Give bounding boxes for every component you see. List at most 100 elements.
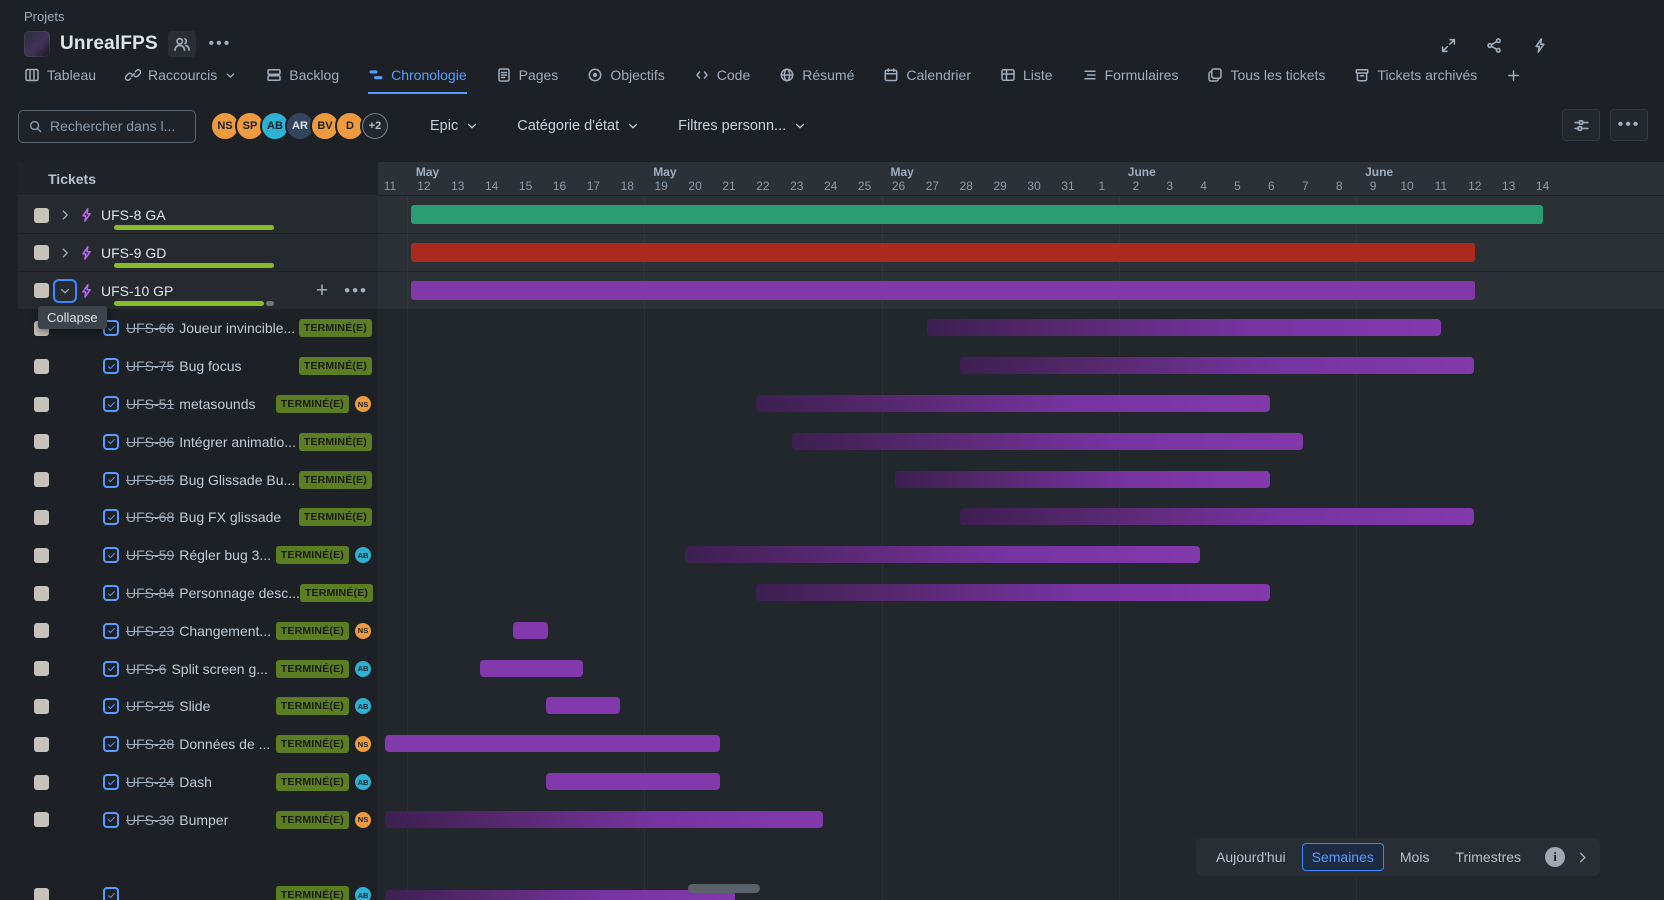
horizontal-scrollbar-thumb[interactable] bbox=[688, 884, 760, 893]
gantt-bar-ufs-24[interactable] bbox=[546, 773, 720, 790]
info-icon[interactable]: i bbox=[1545, 847, 1565, 867]
filter-dropdown-cat-gorie-d-tat[interactable]: Catégorie d'état bbox=[517, 118, 640, 134]
assignee-avatar[interactable]: NS bbox=[354, 395, 372, 413]
quarters-button[interactable]: Trimestres bbox=[1445, 843, 1531, 871]
row-checkbox[interactable] bbox=[34, 434, 49, 449]
expand-controls-chevron[interactable] bbox=[1575, 850, 1590, 865]
row-checkbox[interactable] bbox=[34, 245, 49, 260]
task-title[interactable]: Bug Glissade Bu... bbox=[179, 472, 295, 488]
task-title[interactable]: Bumper bbox=[179, 812, 228, 828]
epic-label[interactable]: UFS-9 GD bbox=[101, 245, 166, 261]
gantt-bar-ufs-68[interactable] bbox=[960, 508, 1474, 525]
gantt-bar-ufs-8-ga[interactable] bbox=[411, 205, 1543, 224]
filter-dropdown-filtres-personn[interactable]: Filtres personn... bbox=[678, 118, 807, 134]
search-input[interactable] bbox=[50, 118, 186, 134]
epic-label[interactable]: UFS-10 GP bbox=[101, 283, 173, 299]
add-tab-button[interactable] bbox=[1506, 68, 1521, 94]
filter-avatar-overflow[interactable]: +2 bbox=[360, 111, 390, 141]
task-title[interactable]: Régler bug 3... bbox=[179, 547, 271, 563]
tab-tableau[interactable]: Tableau bbox=[24, 67, 96, 94]
row-checkbox[interactable] bbox=[34, 661, 49, 676]
tab-pages[interactable]: Pages bbox=[496, 67, 559, 94]
row-checkbox[interactable] bbox=[34, 812, 49, 827]
row-more-button[interactable]: ••• bbox=[344, 286, 368, 296]
row-checkbox[interactable] bbox=[34, 472, 49, 487]
search-box[interactable] bbox=[18, 110, 196, 143]
row-checkbox[interactable] bbox=[34, 397, 49, 412]
task-title[interactable]: Bug focus bbox=[179, 358, 241, 374]
gantt-bar-ufs-86[interactable] bbox=[792, 433, 1303, 450]
row-checkbox[interactable] bbox=[34, 548, 49, 563]
row-checkbox[interactable] bbox=[34, 510, 49, 525]
more-options-button[interactable]: ••• bbox=[1610, 109, 1648, 141]
gantt-bar-ufs-30[interactable] bbox=[385, 811, 823, 828]
months-button[interactable]: Mois bbox=[1390, 843, 1440, 871]
project-members-button[interactable] bbox=[168, 31, 196, 57]
tab-chronologie[interactable]: Chronologie bbox=[368, 67, 467, 94]
gantt-bar-ufs-75[interactable] bbox=[960, 357, 1474, 374]
tab-code[interactable]: Code bbox=[694, 67, 750, 94]
filter-dropdown-epic[interactable]: Epic bbox=[430, 118, 479, 134]
gantt-bar-ufs-85[interactable] bbox=[895, 471, 1270, 488]
gantt-bar-ufs-9-gd[interactable] bbox=[411, 243, 1475, 262]
gantt-bar[interactable] bbox=[385, 890, 735, 900]
row-checkbox[interactable] bbox=[34, 586, 49, 601]
gantt-bar-ufs-66[interactable] bbox=[927, 319, 1441, 336]
assignee-avatar[interactable]: AB bbox=[354, 546, 372, 564]
breadcrumb[interactable]: Projets bbox=[24, 9, 64, 24]
tab-liste[interactable]: Liste bbox=[1000, 67, 1053, 94]
task-title[interactable]: metasounds bbox=[179, 396, 255, 412]
tab-objectifs[interactable]: Objectifs bbox=[587, 67, 664, 94]
tab-calendrier[interactable]: Calendrier bbox=[883, 67, 971, 94]
gantt-bar-ufs-84[interactable] bbox=[756, 584, 1270, 601]
fullscreen-button[interactable] bbox=[1434, 32, 1462, 58]
view-settings-button[interactable] bbox=[1562, 109, 1600, 141]
automation-button[interactable] bbox=[1526, 32, 1554, 58]
assignee-avatar[interactable]: NS bbox=[354, 811, 372, 829]
gantt-bar-ufs-28[interactable] bbox=[385, 735, 720, 752]
assignee-avatar[interactable]: AB bbox=[354, 773, 372, 791]
task-title[interactable]: Données de ... bbox=[179, 736, 270, 752]
row-checkbox[interactable] bbox=[34, 775, 49, 790]
task-title[interactable]: Personnage desc... bbox=[179, 585, 300, 601]
gantt-bar-ufs-51[interactable] bbox=[756, 395, 1270, 412]
today-button[interactable]: Aujourd'hui bbox=[1206, 843, 1296, 871]
add-child-button[interactable]: + bbox=[316, 282, 328, 300]
row-checkbox[interactable] bbox=[34, 623, 49, 638]
weeks-button[interactable]: Semaines bbox=[1302, 843, 1384, 871]
gantt-bar-ufs-10-gp[interactable] bbox=[411, 281, 1475, 300]
tab-formulaires[interactable]: Formulaires bbox=[1082, 67, 1179, 94]
tab-r-sum[interactable]: Résumé bbox=[779, 67, 854, 94]
expand-toggle[interactable] bbox=[53, 203, 77, 227]
epic-label[interactable]: UFS-8 GA bbox=[101, 207, 166, 223]
gantt-bar-ufs-23[interactable] bbox=[513, 622, 548, 639]
row-checkbox[interactable] bbox=[34, 283, 49, 298]
row-checkbox[interactable] bbox=[34, 888, 49, 900]
row-checkbox[interactable] bbox=[34, 208, 49, 223]
assignee-avatar[interactable]: AB bbox=[354, 697, 372, 715]
task-title[interactable]: Dash bbox=[179, 774, 212, 790]
row-checkbox[interactable] bbox=[34, 359, 49, 374]
assignee-avatar[interactable]: NS bbox=[354, 735, 372, 753]
expand-toggle[interactable] bbox=[53, 241, 77, 265]
share-button[interactable] bbox=[1480, 32, 1508, 58]
task-title[interactable]: Bug FX glissade bbox=[179, 509, 281, 525]
task-title[interactable]: Slide bbox=[179, 698, 210, 714]
row-checkbox[interactable] bbox=[34, 737, 49, 752]
tab-tickets-archiv-s[interactable]: Tickets archivés bbox=[1354, 67, 1477, 94]
tab-raccourcis[interactable]: Raccourcis bbox=[125, 67, 237, 94]
tab-tous-les-tickets[interactable]: Tous les tickets bbox=[1207, 67, 1325, 94]
assignee-avatar[interactable]: AB bbox=[354, 886, 372, 900]
gantt-bar-ufs-59[interactable] bbox=[685, 546, 1200, 563]
task-title[interactable]: Intégrer animatio... bbox=[179, 434, 296, 450]
gantt-bar-ufs-25[interactable] bbox=[546, 697, 620, 714]
row-checkbox[interactable] bbox=[34, 699, 49, 714]
task-title[interactable]: Split screen g... bbox=[171, 661, 268, 677]
assignee-avatar[interactable]: AB bbox=[354, 660, 372, 678]
task-title[interactable]: Changement... bbox=[179, 623, 271, 639]
collapse-toggle[interactable] bbox=[53, 279, 77, 303]
project-more-button[interactable]: ••• bbox=[206, 31, 234, 57]
assignee-avatar[interactable]: NS bbox=[354, 622, 372, 640]
task-title[interactable]: Joueur invincible... bbox=[179, 320, 295, 336]
tab-backlog[interactable]: Backlog bbox=[266, 67, 339, 94]
